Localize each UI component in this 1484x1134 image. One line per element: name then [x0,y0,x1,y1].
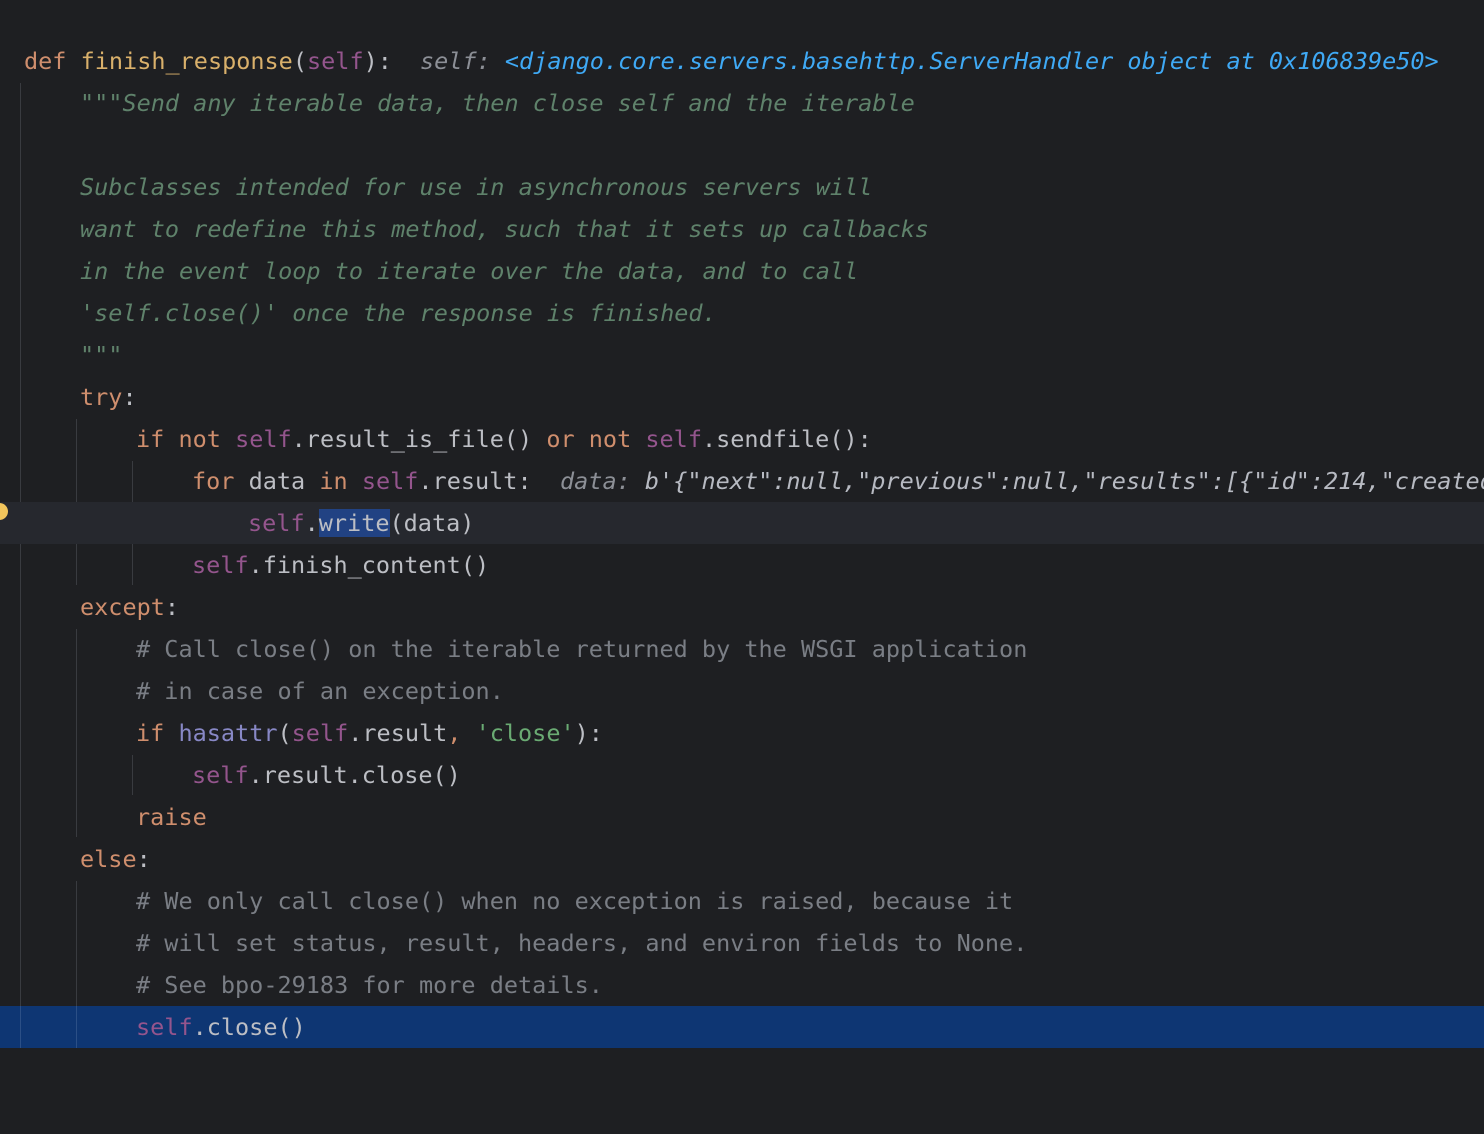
code-line-docstring[interactable]: Subclasses intended for use in asynchron… [0,166,1484,208]
colon: : [122,383,137,411]
keyword-not: not [588,425,632,453]
code-line-def[interactable]: def finish_response(self): self: <django… [0,40,1484,82]
code-line-raise[interactable]: raise [0,796,1484,838]
code-line-comment[interactable]: # will set status, result, headers, and … [0,922,1484,964]
self-ref: self [645,425,702,453]
self-ref: self [291,719,349,747]
self-ref: self [192,761,249,789]
keyword-for: for [192,467,235,495]
keyword-try: try [80,383,123,411]
attr-expr: .result: [418,467,532,495]
code-line-comment[interactable]: # Call close() on the iterable returned … [0,628,1484,670]
call-expr: .close() [192,1013,306,1041]
inline-debug-hint-label: self: [420,47,491,75]
paren-open: ( [292,47,307,75]
keyword-except: except [80,593,165,621]
code-line-try[interactable]: try: [0,376,1484,418]
comma: , [447,719,476,747]
paren-close: ): [363,47,392,75]
comment-text: # We only call close() when no exception… [136,887,1014,915]
code-line-docstring[interactable]: 'self.close()' once the response is fini… [0,292,1484,334]
code-line-finish-content[interactable]: self.finish_content() [0,544,1484,586]
inline-debug-hint-value[interactable]: <django.core.servers.basehttp.ServerHand… [505,47,1439,75]
keyword-not: not [178,425,221,453]
code-line-docstring[interactable]: in the event loop to iterate over the da… [0,250,1484,292]
code-line-current[interactable]: self.write(data) [0,502,1484,544]
colon: : [136,845,151,873]
keyword-def: def [24,47,67,75]
code-line-if-hasattr[interactable]: if hasattr(self.result, 'close'): [0,712,1484,754]
call-expr: .result_is_file() [291,425,547,453]
paren-close: ): [574,719,603,747]
self-ref: self [235,425,292,453]
keyword-or: or [546,425,575,453]
inline-debug-hint-value[interactable]: b'{"next":null,"previous":null,"results"… [645,467,1484,495]
code-line-docstring[interactable]: want to redefine this method, such that … [0,208,1484,250]
comment-text: # will set status, result, headers, and … [136,929,1028,957]
docstring-text: """Send any iterable data, then close se… [80,89,915,117]
code-line-result-close[interactable]: self.result.close() [0,754,1484,796]
code-line-comment[interactable]: # See bpo-29183 for more details. [0,964,1484,1006]
code-line-for[interactable]: for data in self.result: data: b'{"next"… [0,460,1484,502]
code-line-comment[interactable]: # in case of an exception. [0,670,1484,712]
loop-var: data [248,467,306,495]
call-expr: .sendfile(): [701,425,872,453]
builtin-hasattr: hasattr [178,719,278,747]
code-editor[interactable]: def finish_response(self): self: <django… [0,0,1484,1134]
comment-text: # Call close() on the iterable returned … [136,635,1028,663]
attr-expr: .result [348,719,448,747]
self-ref: self [136,1013,193,1041]
dot: . [304,509,319,537]
code-line-docstring[interactable]: """Send any iterable data, then close se… [0,82,1484,124]
docstring-text: want to redefine this method, such that … [80,215,929,243]
keyword-in: in [319,467,348,495]
docstring-text: in the event loop to iterate over the da… [80,257,859,285]
self-ref: self [248,509,305,537]
code-line-docstring[interactable]: """ [0,334,1484,376]
keyword-if: if [136,425,165,453]
docstring-text: 'self.close()' once the response is fini… [80,299,717,327]
function-name: finish_response [80,47,293,75]
call-expr: .result.close() [248,761,461,789]
paren-open: ( [277,719,292,747]
comment-text: # in case of an exception. [136,677,504,705]
call-args: (data) [389,509,475,537]
self-ref: self [361,467,419,495]
keyword-if: if [136,719,165,747]
keyword-raise: raise [136,803,207,831]
comment-text: # See bpo-29183 for more details. [136,971,603,999]
self-ref: self [192,551,249,579]
indent-guide [76,1006,77,1048]
code-line-else[interactable]: else: [0,838,1484,880]
code-line-execution-point[interactable]: self.close() [0,1006,1484,1048]
colon: : [164,593,180,621]
code-line-if[interactable]: if not self.result_is_file() or not self… [0,418,1484,460]
docstring-end: """ [80,341,123,369]
self-param: self [307,47,364,75]
code-line-except[interactable]: except: [0,586,1484,628]
inline-debug-hint-label: data: [560,467,631,495]
selected-method-write[interactable]: write [318,509,390,537]
keyword-else: else [80,845,137,873]
call-expr: .finish_content() [248,551,490,579]
code-line-comment[interactable]: # We only call close() when no exception… [0,880,1484,922]
docstring-text: Subclasses intended for use in asynchron… [80,173,873,201]
indent-guide [20,1006,21,1048]
string-literal: 'close' [475,719,575,747]
